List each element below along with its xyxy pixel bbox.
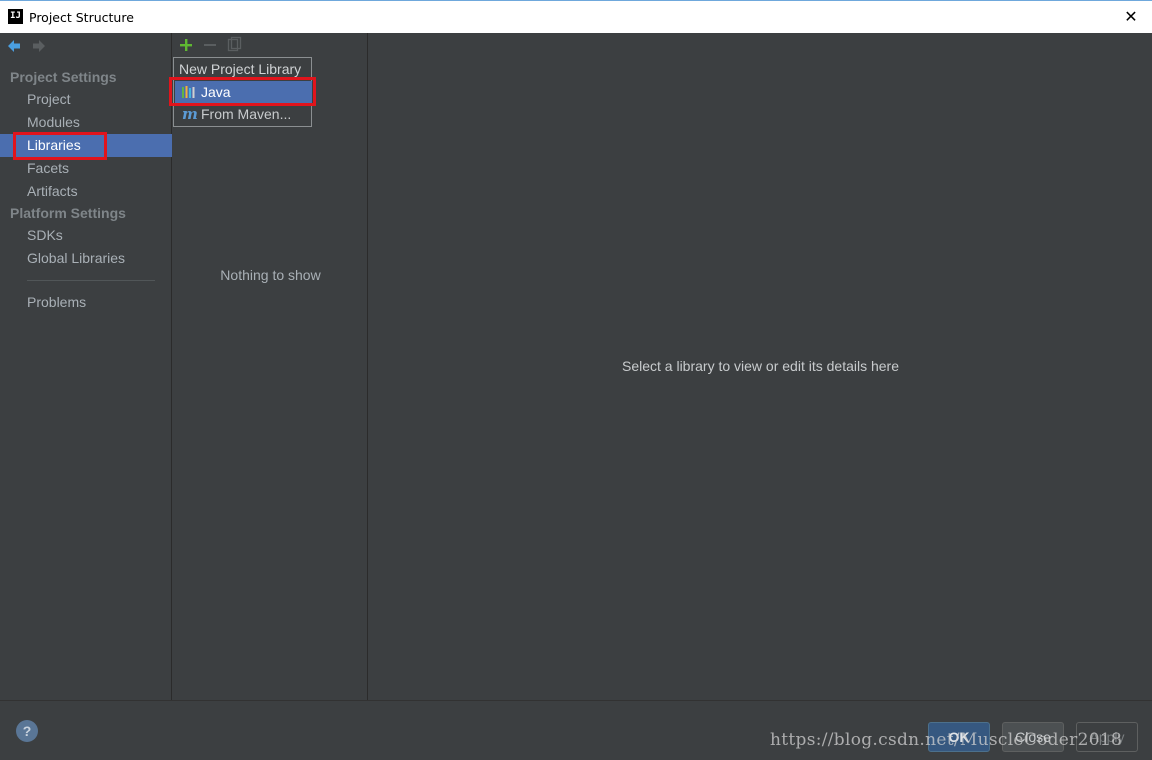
plus-icon[interactable] xyxy=(178,36,194,54)
sidebar-item-modules[interactable]: Modules xyxy=(0,111,172,134)
popup-title: New Project Library xyxy=(179,61,302,77)
sidebar-item-artifacts[interactable]: Artifacts xyxy=(0,180,172,203)
sidebar-item-project[interactable]: Project xyxy=(0,88,172,111)
dialog-footer: ? OK Close Apply https://blog.csdn.net/M… xyxy=(0,700,1152,760)
help-icon[interactable]: ? xyxy=(16,720,38,742)
watermark: https://blog.csdn.net/MuscleCoder2018 xyxy=(770,730,1123,750)
back-arrow-icon[interactable] xyxy=(7,39,21,53)
details-placeholder: Select a library to view or edit its det… xyxy=(621,358,899,374)
sidebar-item-facets[interactable]: Facets xyxy=(0,157,172,180)
platform-settings-heading: Platform Settings xyxy=(10,205,126,221)
java-highlight-box xyxy=(169,77,316,106)
window-title: Project Structure xyxy=(29,10,134,25)
settings-sidebar: Project Settings Project Modules Librari… xyxy=(0,33,172,700)
sidebar-divider xyxy=(27,280,155,281)
popup-item-from-maven[interactable]: m From Maven... xyxy=(175,103,312,125)
forward-arrow-icon[interactable] xyxy=(32,39,46,53)
project-settings-heading: Project Settings xyxy=(10,69,117,85)
copy-icon[interactable] xyxy=(226,36,242,54)
minus-icon[interactable] xyxy=(202,36,218,54)
libraries-highlight-box xyxy=(13,132,107,160)
empty-list-message: Nothing to show xyxy=(220,267,321,283)
intellij-app-icon: IJ xyxy=(8,9,23,24)
libraries-toolbar xyxy=(173,33,368,57)
sidebar-item-global-libraries[interactable]: Global Libraries xyxy=(0,247,172,270)
maven-icon: m xyxy=(182,105,198,123)
close-window-icon[interactable]: ✕ xyxy=(1124,8,1138,26)
libraries-list-panel: Nothing to show xyxy=(173,33,368,700)
sidebar-item-sdks[interactable]: SDKs xyxy=(0,224,172,247)
sidebar-item-problems[interactable]: Problems xyxy=(0,291,172,314)
library-details-panel: Select a library to view or edit its det… xyxy=(369,33,1152,700)
title-bar: IJ Project Structure ✕ xyxy=(0,0,1152,33)
popup-item-maven-label: From Maven... xyxy=(201,106,292,122)
